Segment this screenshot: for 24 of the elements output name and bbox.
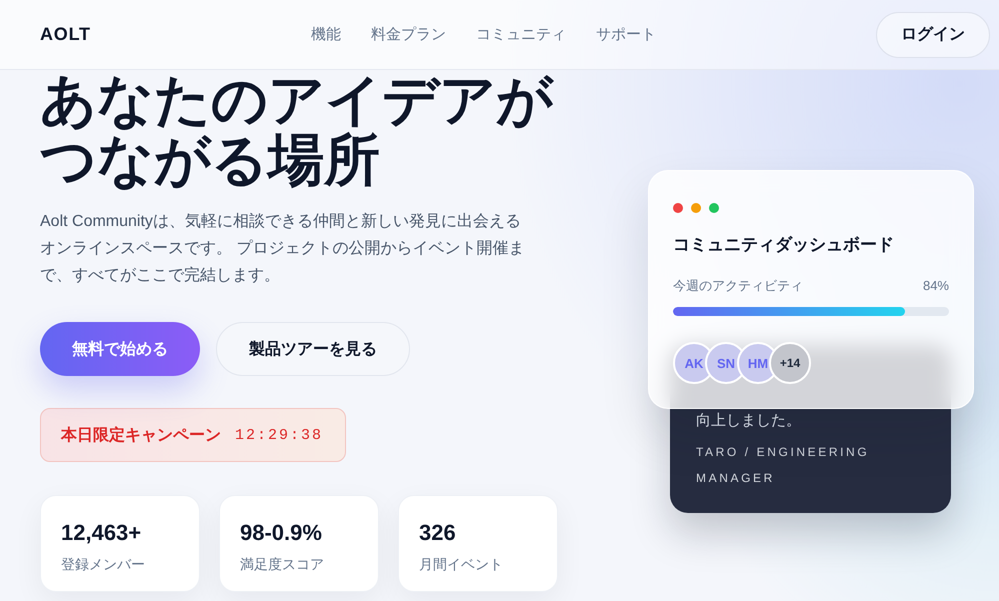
stat-label: 月間イベント — [419, 555, 503, 574]
tour-button[interactable]: 製品ツアーを見る — [216, 322, 410, 376]
hero-description: Aolt Communityは、気軽に相談できる仲間と新しい発見に出会えるオンラインスペースです。 プロジェクトの公開からイベント開催まで、すべてがここで完結します。 — [40, 212, 526, 286]
nav-link[interactable]: 機能 — [310, 25, 341, 44]
testimonial-quote: 向上しました。 — [696, 411, 801, 431]
dashboard-title: コミュニティダッシュボード — [673, 234, 894, 256]
testimonial-author: TARO / ENGINEERING MANAGER — [696, 444, 870, 487]
stat-value: 98-0.9% — [240, 519, 322, 547]
stat-label: 満足度スコア — [240, 555, 324, 574]
nav-link[interactable]: 料金プラン — [370, 25, 446, 44]
logo[interactable]: AOLT — [40, 24, 91, 45]
nav-link[interactable]: サポート — [596, 25, 656, 44]
stat-value: 12,463+ — [61, 519, 142, 547]
countdown-timer: 12:29:38 — [235, 426, 324, 444]
campaign-label: 本日限定キャンペーン — [61, 425, 221, 446]
nav-link[interactable]: コミュニティ — [476, 25, 566, 44]
stat-value: 326 — [419, 519, 456, 547]
stat-label: 登録メンバー — [61, 555, 145, 574]
login-button[interactable]: ログイン — [876, 12, 990, 58]
start-free-button[interactable]: 無料で始める — [40, 322, 200, 376]
activity-percentage: 84% — [922, 277, 949, 295]
hero-title: あなたのアイデアがつながる場所 — [40, 70, 555, 190]
activity-label: 今週のアクティビティ — [673, 277, 803, 295]
more-members-count: +14 — [769, 342, 811, 384]
